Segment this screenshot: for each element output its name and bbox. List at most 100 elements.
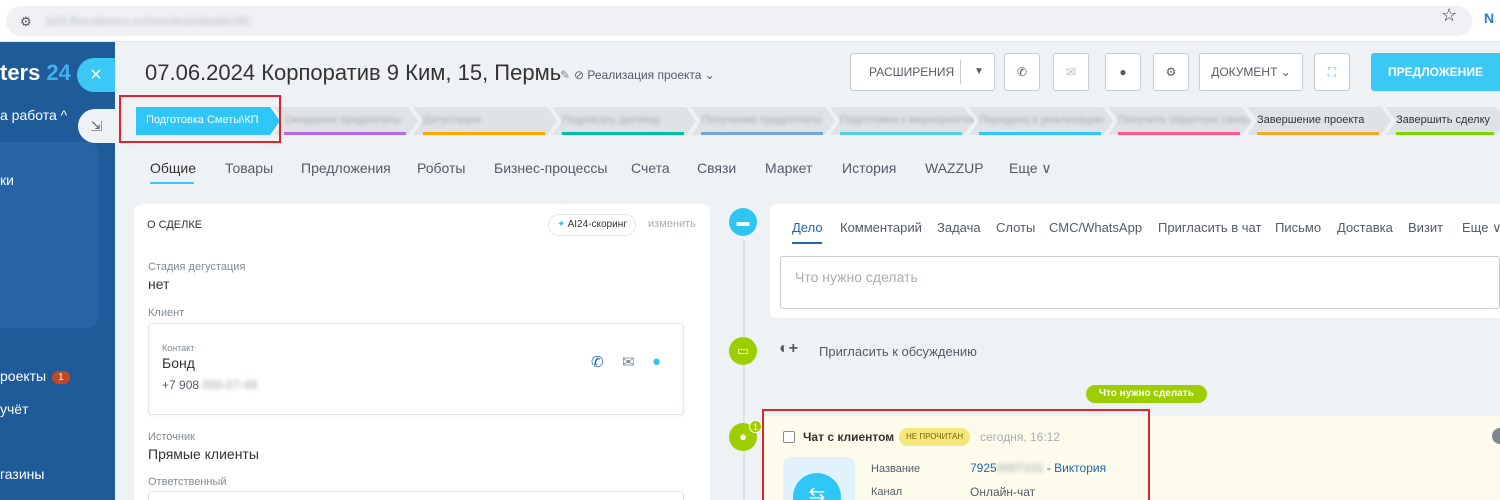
envelope-icon[interactable]: ✉ (622, 353, 635, 371)
stage-5[interactable]: Получение предоплаты (691, 107, 835, 135)
composer-tab-6[interactable]: Пригласить в чат (1158, 220, 1261, 235)
source-value: Прямые клиенты (148, 446, 259, 462)
chat-name-label: Название (871, 463, 921, 475)
composer-tab-10[interactable]: Еще ∨ (1462, 220, 1500, 236)
stage-label: Ожидание предоплаты (284, 114, 402, 126)
chat-title[interactable]: Чат с клиентом (803, 430, 894, 444)
stage-label: Подготовка к мероприятию (840, 114, 974, 126)
category-selector[interactable]: ⊘ Реализация проекта ⌄ (574, 68, 715, 82)
sidebar-item-shops[interactable]: газины (0, 466, 44, 482)
messenger-icon[interactable]: ● (652, 353, 661, 370)
chat-button[interactable]: ● (1105, 53, 1141, 91)
tab-7[interactable]: Связи (697, 160, 736, 176)
edit-title-icon[interactable]: ✎ (560, 68, 570, 82)
stage-color-bar (284, 132, 406, 135)
tab-2[interactable]: Товары (225, 160, 273, 176)
responsible-field[interactable] (148, 491, 684, 500)
stage-color-bar (423, 132, 545, 135)
chat-time: сегодня, 16:12 (980, 430, 1061, 444)
collapse-icon[interactable]: ⇲ (78, 109, 115, 143)
tab-9[interactable]: История (842, 160, 896, 176)
stage-color-bar (840, 132, 962, 135)
todo-section-label: Что нужно сделать (1086, 385, 1207, 403)
browser-toolbar: ⚙ b24.fhecaterers.ru/crm/deal/details/45… (0, 0, 1500, 42)
fullscreen-button[interactable]: ⛶ (1314, 53, 1350, 91)
stage-7[interactable]: Передача в реализацию (969, 107, 1113, 135)
extensions-label: РАСШИРЕНИЯ (869, 65, 955, 79)
composer-tab-2[interactable]: Комментарий (840, 220, 922, 235)
stage-label: Передача в реализацию (979, 114, 1104, 126)
chat-name-hidden: 0007101 (996, 461, 1044, 475)
stage-6[interactable]: Подготовка к мероприятию (830, 107, 974, 135)
caret-down-icon[interactable]: ▼ (974, 54, 984, 90)
tab-10[interactable]: WAZZUP (925, 160, 984, 176)
stage-label: Получить обратную связь (1118, 114, 1250, 126)
composer-tab-4[interactable]: Слоты (996, 220, 1035, 235)
sidebar-item-work[interactable]: а работа ^ (0, 107, 67, 123)
document-button[interactable]: ДОКУМЕНТ ⌄ (1199, 53, 1303, 91)
composer-tab-8[interactable]: Доставка (1337, 220, 1393, 235)
timeline-chat-icon: ▬ (729, 208, 757, 236)
stage-color-bar (1257, 132, 1379, 135)
complete-checkbox[interactable] (783, 431, 795, 443)
ai-scoring-button[interactable]: ✦ AI24-скоринг (548, 214, 636, 236)
composer-tab-1[interactable]: Дело (792, 220, 823, 235)
document-label: ДОКУМЕНТ (1211, 65, 1278, 79)
tab-3[interactable]: Предложения (301, 160, 391, 176)
composer-tab-9[interactable]: Визит (1408, 220, 1443, 235)
contact-phone[interactable]: +7 908 000-07-49 (162, 378, 257, 392)
composer-tab-7[interactable]: Письмо (1275, 220, 1321, 235)
stage-3[interactable]: Дегустация (413, 107, 557, 135)
address-bar[interactable]: ⚙ b24.fhecaterers.ru/crm/deal/details/45… (6, 6, 1472, 36)
edit-link[interactable]: изменить (648, 218, 696, 230)
chat-name-value[interactable]: 79250007101 - Виктория (970, 461, 1106, 475)
bookmark-star-icon[interactable]: ☆ (1441, 5, 1457, 26)
sidebar-highlight-block (0, 142, 98, 328)
page-title: 07.06.2024 Корпоратив 9 Ким, 15, Пермь (145, 60, 562, 85)
extension-icon[interactable]: N (1484, 10, 1494, 26)
email-button[interactable]: ✉ (1053, 53, 1089, 91)
url-text[interactable]: b24.fhecaterers.ru/crm/deal/details/45/ (46, 14, 251, 28)
stage-color-bar (1396, 132, 1494, 135)
stage-label: Подписать договор (562, 114, 660, 126)
responsible-label: Ответственный (148, 476, 227, 488)
composer-tab-5[interactable]: СМС/WhatsApp (1049, 220, 1142, 235)
stage-label: Завершение проекта (1257, 114, 1365, 126)
stage-color-bar (1118, 132, 1240, 135)
card-title: О СДЕЛКЕ (147, 219, 203, 231)
contact-name[interactable]: Бонд (162, 355, 195, 371)
contact-card[interactable] (148, 323, 684, 415)
invite-to-discussion[interactable]: Пригласить к обсуждению (819, 344, 977, 359)
chat-channel-value: Онлайн-чат (970, 485, 1036, 499)
sidebar-item-projects[interactable]: роекты 1 (0, 368, 70, 384)
sidebar-item-accounting[interactable]: учёт (0, 401, 29, 417)
ai-icon: ✦ (557, 219, 568, 230)
todo-input[interactable]: Что нужно сделать (780, 256, 1500, 309)
settings-button[interactable]: ⚙ (1153, 53, 1189, 91)
link-icon: ⊘ (574, 68, 588, 82)
phone-icon[interactable]: ✆ (591, 353, 604, 371)
gear-icon: ⚙ (1165, 65, 1177, 79)
stage-9[interactable]: Завершение проекта (1247, 107, 1391, 135)
tab-11[interactable]: Еще ∨ (1009, 160, 1052, 177)
stage-4[interactable]: Подписать договор (552, 107, 696, 135)
tab-1[interactable]: Общие (150, 160, 196, 176)
sidebar-item-tasks[interactable]: ки (0, 172, 14, 188)
stage-2[interactable]: Ожидание предоплаты (274, 107, 418, 135)
offer-button[interactable]: ПРЕДЛОЖЕНИЕ (1371, 53, 1500, 91)
extensions-button[interactable]: РАСШИРЕНИЯ ▼ (850, 53, 995, 91)
tab-6[interactable]: Счета (631, 160, 670, 176)
close-slider-button[interactable]: × (77, 58, 115, 92)
chat-channel-label: Канал (871, 486, 903, 498)
tab-5[interactable]: Бизнес-процессы (494, 160, 607, 176)
add-participant-icon[interactable]: ◐+ (779, 340, 798, 358)
stage-8[interactable]: Получить обратную связь (1108, 107, 1252, 135)
phone-button[interactable]: ✆ (1004, 53, 1040, 91)
stage-10[interactable]: Завершить сделку (1386, 107, 1500, 135)
site-settings-icon[interactable]: ⚙ (20, 14, 32, 30)
tab-4[interactable]: Роботы (417, 160, 465, 176)
tab-8[interactable]: Маркет (765, 160, 812, 176)
tasting-stage-value: нет (148, 276, 170, 292)
composer-tab-3[interactable]: Задача (937, 220, 981, 235)
logo[interactable]: ters 24 (0, 60, 71, 86)
